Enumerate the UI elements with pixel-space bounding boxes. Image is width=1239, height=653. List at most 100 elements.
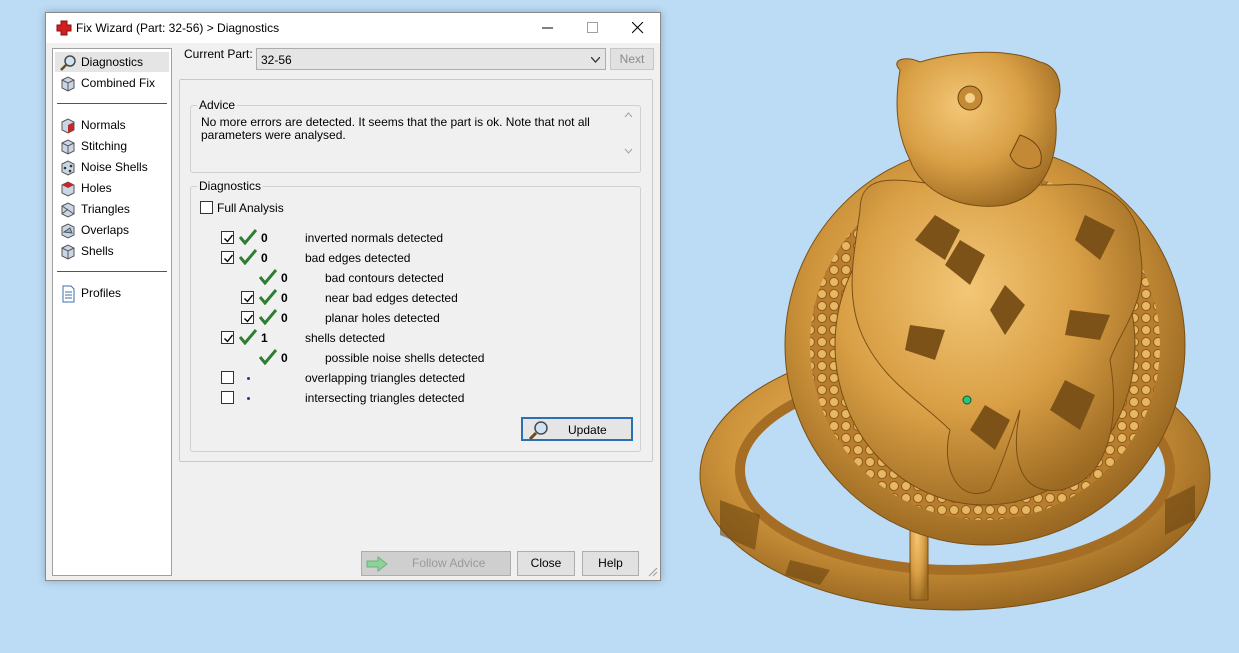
- fix-wizard-dialog: Fix Wizard (Part: 32-56) > Diagnostics D…: [45, 12, 661, 581]
- maximize-icon: [587, 22, 598, 33]
- stitching-cube-icon: [61, 139, 75, 155]
- planar-holes-count: 0: [281, 311, 288, 325]
- current-part-value: 32-56: [261, 53, 292, 67]
- shells-count: 1: [261, 331, 268, 345]
- current-part-label: Current Part:: [184, 47, 253, 61]
- ok-tick-icon: [239, 329, 257, 345]
- document-icon: [62, 285, 75, 303]
- ok-tick-icon: [259, 349, 277, 365]
- nav-label: Holes: [81, 181, 112, 195]
- update-button[interactable]: Update: [521, 417, 633, 441]
- chevron-down-icon: [591, 57, 600, 63]
- nav-divider: [57, 103, 167, 104]
- fix-nav-panel: Diagnostics Combined Fix Normals Stitchi…: [52, 48, 172, 576]
- planar-holes-label: planar holes detected: [325, 311, 440, 325]
- normals-cube-icon: [61, 118, 75, 134]
- holes-cube-icon: [61, 181, 75, 197]
- nav-label: Profiles: [81, 286, 122, 300]
- resize-grip-icon[interactable]: [646, 565, 658, 577]
- nav-label: Stitching: [81, 139, 128, 153]
- intersecting-triangles-label: intersecting triangles detected: [305, 391, 465, 405]
- inverted-normals-checkbox[interactable]: [221, 231, 234, 244]
- overlapping-triangles-checkbox[interactable]: [221, 371, 234, 384]
- title-bar[interactable]: Fix Wizard (Part: 32-56) > Diagnostics: [46, 13, 660, 43]
- nav-item-combined-fix[interactable]: Combined Fix: [55, 73, 169, 93]
- nav-label: Normals: [81, 118, 126, 132]
- nav-label: Overlaps: [81, 223, 130, 237]
- bad-edges-label: bad edges detected: [305, 251, 411, 265]
- content-frame: Advice No more errors are detected. It s…: [179, 79, 653, 462]
- help-button[interactable]: Help: [582, 551, 639, 576]
- bad-edges-checkbox[interactable]: [221, 251, 234, 264]
- magnifier-icon: [528, 421, 548, 440]
- diagnostics-title: Diagnostics: [197, 179, 264, 193]
- ok-tick-icon: [259, 289, 277, 305]
- ok-tick-icon: [239, 229, 257, 245]
- nav-item-triangles[interactable]: Triangles: [55, 199, 169, 219]
- inverted-normals-count: 0: [261, 231, 268, 245]
- shells-checkbox[interactable]: [221, 331, 234, 344]
- nav-item-normals[interactable]: Normals: [55, 115, 169, 135]
- arrow-right-icon: [366, 556, 388, 572]
- shells-label: shells detected: [305, 331, 386, 345]
- noise-shells-label: possible noise shells detected: [325, 351, 485, 365]
- near-bad-edges-count: 0: [281, 291, 288, 305]
- nav-label: Shells: [81, 244, 114, 258]
- not-run-dot-icon: [247, 377, 250, 380]
- close-icon: [632, 22, 644, 34]
- check-mark-icon: [244, 294, 254, 303]
- current-part-select[interactable]: 32-56: [256, 48, 606, 70]
- window-title: Fix Wizard (Part: 32-56) > Diagnostics: [76, 21, 280, 35]
- next-button[interactable]: Next: [610, 48, 654, 70]
- check-mark-icon: [224, 254, 234, 263]
- check-mark-icon: [224, 234, 234, 243]
- update-label: Update: [568, 423, 607, 437]
- close-button[interactable]: Close: [517, 551, 575, 576]
- diagnostics-group: Diagnostics Full Analysis 0 inverted nor…: [190, 179, 641, 452]
- minimize-button[interactable]: [525, 13, 570, 43]
- nav-label: Noise Shells: [81, 160, 148, 174]
- near-bad-edges-label: near bad edges detected: [325, 291, 458, 305]
- check-mark-icon: [224, 334, 234, 343]
- ok-tick-icon: [239, 249, 257, 265]
- nav-divider: [57, 271, 167, 272]
- nav-item-profiles[interactable]: Profiles: [55, 283, 169, 303]
- advice-scrollbar[interactable]: [621, 108, 636, 158]
- noise-shells-cube-icon: [61, 160, 75, 176]
- advice-line-2: parameters were analysed.: [201, 128, 346, 142]
- bad-contours-count: 0: [281, 271, 288, 285]
- follow-advice-label: Follow Advice: [412, 556, 486, 570]
- near-bad-edges-checkbox[interactable]: [241, 291, 254, 304]
- follow-advice-button[interactable]: Follow Advice: [361, 551, 511, 576]
- nav-label: Triangles: [81, 202, 130, 216]
- advice-group: Advice No more errors are detected. It s…: [190, 98, 641, 173]
- nav-item-noise-shells[interactable]: Noise Shells: [55, 157, 169, 177]
- intersecting-triangles-checkbox[interactable]: [221, 391, 234, 404]
- bad-contours-label: bad contours detected: [325, 271, 444, 285]
- advice-text: No more errors are detected. It seems th…: [201, 116, 621, 168]
- overlapping-triangles-label: overlapping triangles detected: [305, 371, 466, 385]
- nav-item-diagnostics[interactable]: Diagnostics: [55, 52, 169, 72]
- nav-item-holes[interactable]: Holes: [55, 178, 169, 198]
- maximize-button[interactable]: [570, 13, 615, 43]
- triangles-cube-icon: [61, 202, 75, 218]
- noise-shells-count: 0: [281, 351, 288, 365]
- not-run-dot-icon: [247, 397, 250, 400]
- nav-item-shells[interactable]: Shells: [55, 241, 169, 261]
- nav-item-stitching[interactable]: Stitching: [55, 136, 169, 156]
- magnifier-icon: [60, 55, 76, 71]
- planar-holes-checkbox[interactable]: [241, 311, 254, 324]
- ok-tick-icon: [259, 309, 277, 325]
- full-analysis-label: Full Analysis: [217, 201, 284, 215]
- red-cross-icon: [56, 20, 72, 36]
- advice-title: Advice: [197, 98, 238, 112]
- nav-label: Diagnostics: [81, 55, 144, 69]
- nav-item-overlaps[interactable]: Overlaps: [55, 220, 169, 240]
- full-analysis-checkbox[interactable]: [200, 201, 213, 214]
- close-window-button[interactable]: [615, 13, 660, 43]
- shells-cube-icon: [61, 244, 75, 260]
- inverted-normals-label: inverted normals detected: [305, 231, 444, 245]
- ok-tick-icon: [259, 269, 277, 285]
- minimize-icon: [542, 27, 553, 29]
- overlaps-cube-icon: [61, 223, 75, 239]
